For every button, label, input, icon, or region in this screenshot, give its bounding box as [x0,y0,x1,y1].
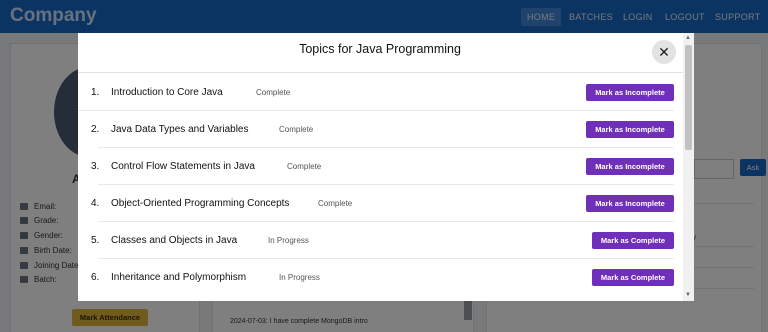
list-item: 5. Classes and Objects in Java In Progre… [91,222,674,259]
topic-name: Introduction to Core Java [111,87,223,98]
list-item: 1. Introduction to Core Java Complete Ma… [78,74,674,111]
topics-modal: Topics for Java Programming ✕ 1. Introdu… [78,33,694,301]
status-badge: Complete [256,88,291,97]
topic-name: Inheritance and Polymorphism [111,272,247,283]
status-badge: In Progress [279,273,320,282]
topic-name: Control Flow Statements in Java [111,161,255,172]
list-item: 3. Control Flow Statements in Java Compl… [91,148,674,185]
topic-name: Object-Oriented Programming Concepts [111,198,290,209]
scroll-down-icon[interactable]: ▼ [685,292,691,298]
status-badge: In Progress [268,236,309,245]
mark-incomplete-button[interactable]: Mark as Incomplete [586,195,674,212]
topic-number: 5. [91,235,100,246]
list-item: 6. Inheritance and Polymorphism In Progr… [91,259,674,296]
topic-name: Java Data Types and Variables [111,124,249,135]
topic-number: 6. [91,272,100,283]
close-icon[interactable]: ✕ [652,40,676,64]
status-badge: Complete [318,199,353,208]
mark-incomplete-button[interactable]: Mark as Incomplete [586,158,674,175]
modal-scrollbar[interactable]: ▲ ▼ [683,33,694,301]
mark-complete-button[interactable]: Mark as Complete [592,232,674,249]
status-badge: Complete [279,125,314,134]
topic-number: 4. [91,198,100,209]
mark-incomplete-button[interactable]: Mark as Incomplete [586,84,674,101]
mark-incomplete-button[interactable]: Mark as Incomplete [586,121,674,138]
scroll-up-icon[interactable]: ▲ [685,35,691,41]
modal-title: Topics for Java Programming [299,42,461,56]
mark-complete-button[interactable]: Mark as Complete [592,269,674,286]
list-item: 2. Java Data Types and Variables Complet… [91,111,674,148]
status-badge: Complete [287,162,322,171]
list-item: 4. Object-Oriented Programming Concepts … [91,185,674,222]
topic-number: 1. [91,87,100,98]
modal-header: Topics for Java Programming ✕ [78,33,694,73]
topic-name: Classes and Objects in Java [111,235,238,246]
topics-list: 1. Introduction to Core Java Complete Ma… [78,74,682,301]
topic-number: 2. [91,124,100,135]
scroll-thumb[interactable] [685,45,692,150]
topic-number: 3. [91,161,100,172]
